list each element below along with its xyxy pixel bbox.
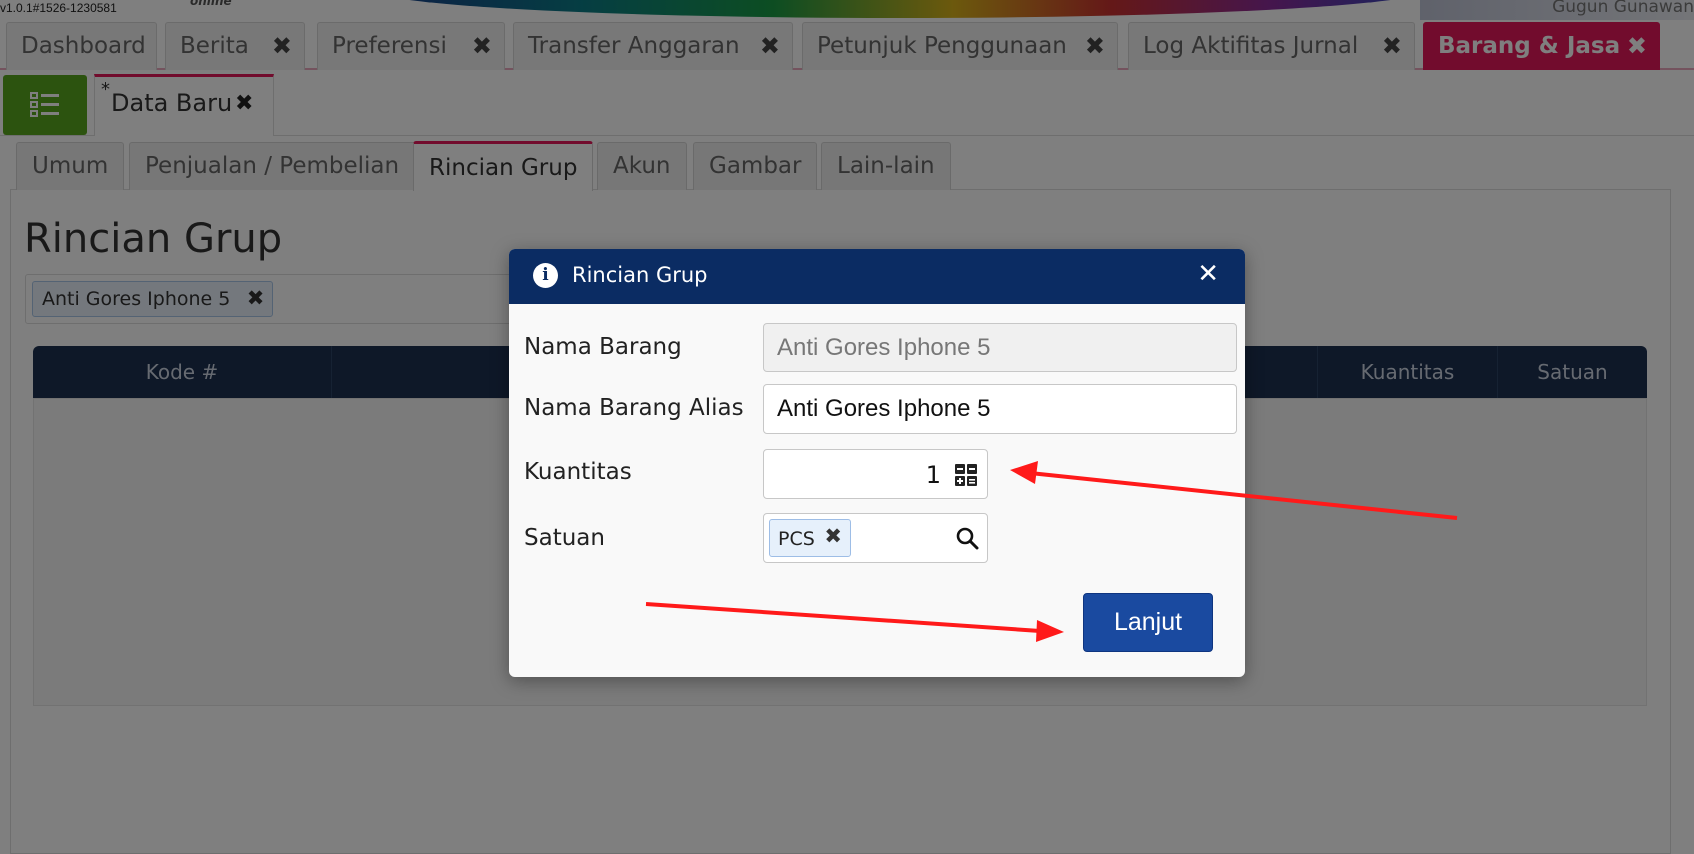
arrow-to-lanjut [645, 602, 1064, 642]
annotation-arrows [645, 461, 1458, 642]
arrow-to-kuantitas [1010, 461, 1458, 520]
